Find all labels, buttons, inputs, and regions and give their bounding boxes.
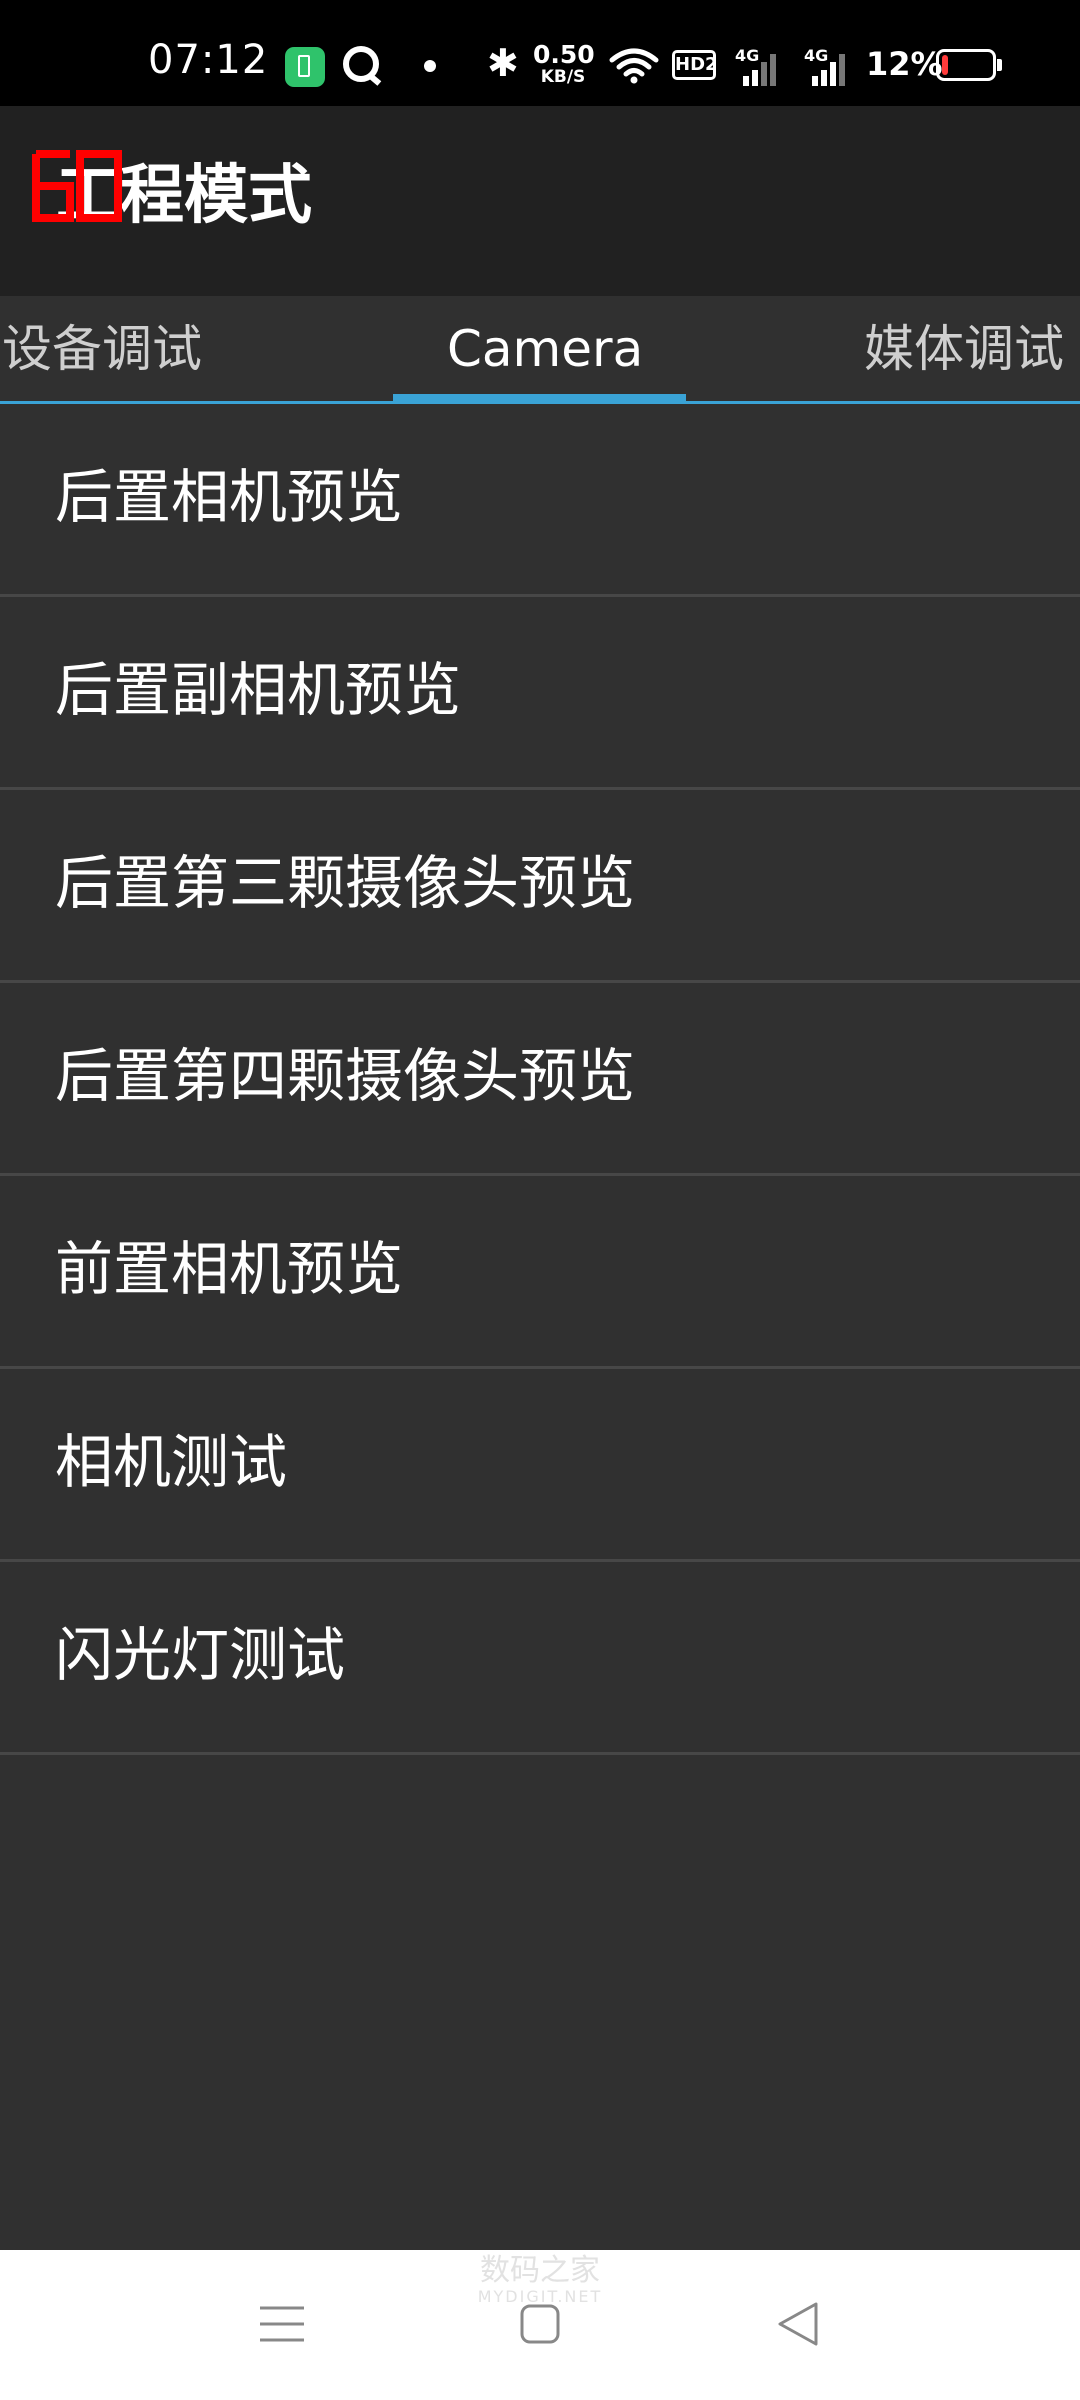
battery-icon [936, 49, 1002, 81]
list-item-label: 闪光灯测试 [55, 1621, 346, 1689]
battery-percent: 12% [866, 45, 943, 83]
hd-voice-icon: HD2 [672, 50, 718, 80]
list-item-label: 前置相机预览 [55, 1235, 404, 1303]
battery-app-icon [285, 47, 325, 87]
list-item-label: 相机测试 [55, 1428, 288, 1496]
bluetooth-icon: ✱ [487, 41, 519, 85]
menu-icon[interactable] [252, 2294, 312, 2354]
battery-level-fill [942, 55, 948, 75]
status-time: 07:12 [148, 37, 269, 83]
list-item-rear-secondary-camera-preview[interactable]: 后置副相机预览 [0, 597, 1080, 790]
network-speed: 0.50 KB/S [533, 40, 595, 87]
signal-sim2-icon: 4G [804, 46, 856, 86]
q-app-icon [343, 46, 379, 82]
list-item-label: 后置第四颗摄像头预览 [55, 1042, 636, 1110]
list-item-rear-camera-preview[interactable]: 后置相机预览 [0, 404, 1080, 597]
app-logo-icon [32, 150, 122, 222]
list-item-front-camera-preview[interactable]: 前置相机预览 [0, 1176, 1080, 1369]
back-icon[interactable] [768, 2294, 828, 2354]
list-item-label: 后置副相机预览 [55, 656, 462, 724]
tab-indicator [393, 394, 686, 401]
signal-sim1-icon: 4G [735, 46, 787, 86]
network-speed-value: 0.50 [533, 40, 595, 69]
camera-options-list: 后置相机预览 后置副相机预览 后置第三颗摄像头预览 后置第四颗摄像头预览 前置相… [0, 404, 1080, 1755]
home-icon[interactable] [510, 2294, 570, 2354]
list-item-flash-test[interactable]: 闪光灯测试 [0, 1562, 1080, 1755]
list-item-label: 后置相机预览 [55, 463, 404, 531]
navigation-bar: 数码之家 MYDIGIT.NET [0, 2250, 1080, 2400]
sim2-network-type: 4G [804, 46, 829, 65]
status-bar: 07:12 ✱ 0.50 KB/S HD2 4G 4G 12% [0, 0, 1080, 106]
wifi-icon [609, 48, 659, 84]
tab-bar: 设备调试 Camera 媒体调试 [0, 296, 1080, 404]
list-item-rear-fourth-camera-preview[interactable]: 后置第四颗摄像头预览 [0, 983, 1080, 1176]
list-item-camera-test[interactable]: 相机测试 [0, 1369, 1080, 1562]
list-item-rear-third-camera-preview[interactable]: 后置第三颗摄像头预览 [0, 790, 1080, 983]
list-item-label: 后置第三颗摄像头预览 [55, 849, 636, 917]
watermark-line1: 数码之家 [480, 2253, 600, 2288]
tab-camera[interactable]: Camera [447, 322, 643, 377]
network-speed-unit: KB/S [540, 67, 586, 87]
app-bar: 工程模式 [0, 106, 1080, 296]
tab-media-debug[interactable]: 媒体调试 [864, 322, 1064, 377]
sim1-network-type: 4G [735, 46, 760, 65]
tab-device-debug[interactable]: 设备调试 [2, 322, 202, 377]
notification-dot-icon [424, 60, 436, 72]
